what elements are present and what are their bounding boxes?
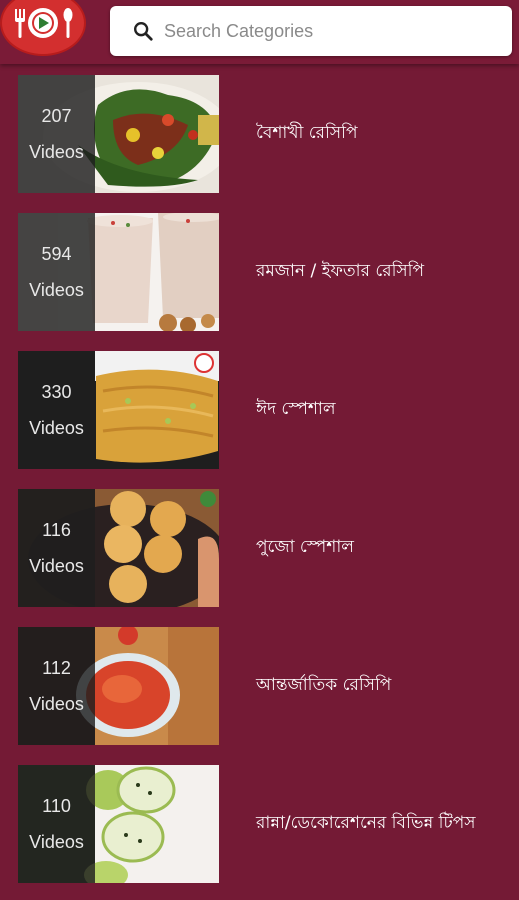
- category-title[interactable]: রান্না/ডেকোরেশনের বিভিন্ন টিপস: [256, 765, 476, 883]
- video-count-unit: Videos: [29, 142, 84, 162]
- app-header: [0, 0, 519, 64]
- category-item[interactable]: 116 Videos পুজো স্পেশাল: [0, 489, 519, 611]
- video-count: 110 Videos: [18, 765, 95, 883]
- video-count-number: 116: [42, 520, 71, 540]
- video-count-unit: Videos: [29, 280, 84, 300]
- search-bar[interactable]: [110, 6, 512, 56]
- video-count: 112 Videos: [18, 627, 95, 745]
- video-count-number: 207: [41, 106, 72, 126]
- category-thumbnail[interactable]: 330 Videos: [18, 351, 219, 469]
- search-input[interactable]: [164, 14, 494, 48]
- video-count-number: 110: [42, 796, 71, 816]
- category-item[interactable]: 112 Videos আন্তর্জাতিক রেসিপি: [0, 627, 519, 749]
- video-count-number: 330: [41, 382, 72, 402]
- category-item[interactable]: 330 Videos ঈদ স্পেশাল: [0, 351, 519, 473]
- category-item[interactable]: 207 Videos বৈশাখী রেসিপি: [0, 75, 519, 197]
- category-thumbnail[interactable]: 594 Videos: [18, 213, 219, 331]
- category-item[interactable]: 594 Videos রমজান / ইফতার রেসিপি: [0, 213, 519, 335]
- category-title[interactable]: আন্তর্জাতিক রেসিপি: [256, 627, 391, 745]
- category-title[interactable]: রমজান / ইফতার রেসিপি: [256, 213, 424, 331]
- video-count-unit: Videos: [29, 694, 84, 714]
- category-thumbnail[interactable]: 116 Videos: [18, 489, 219, 607]
- category-thumbnail[interactable]: 112 Videos: [18, 627, 219, 745]
- video-count-number: 112: [42, 658, 71, 678]
- category-thumbnail[interactable]: 110 Videos: [18, 765, 219, 883]
- category-thumbnail[interactable]: 207 Videos: [18, 75, 219, 193]
- app-logo-icon[interactable]: [0, 0, 86, 56]
- video-count-unit: Videos: [29, 832, 84, 852]
- video-count: 594 Videos: [18, 213, 95, 331]
- video-count: 207 Videos: [18, 75, 95, 193]
- video-count: 330 Videos: [18, 351, 95, 469]
- video-count-unit: Videos: [29, 556, 84, 576]
- category-item[interactable]: 110 Videos রান্না/ডেকোরেশনের বিভিন্ন টিপ…: [0, 765, 519, 887]
- category-title[interactable]: ঈদ স্পেশাল: [256, 351, 335, 469]
- video-count-unit: Videos: [29, 418, 84, 438]
- category-title[interactable]: পুজো স্পেশাল: [256, 489, 354, 607]
- search-icon: [134, 22, 153, 41]
- video-count-number: 594: [41, 244, 72, 264]
- video-count: 116 Videos: [18, 489, 95, 607]
- category-title[interactable]: বৈশাখী রেসিপি: [256, 75, 358, 193]
